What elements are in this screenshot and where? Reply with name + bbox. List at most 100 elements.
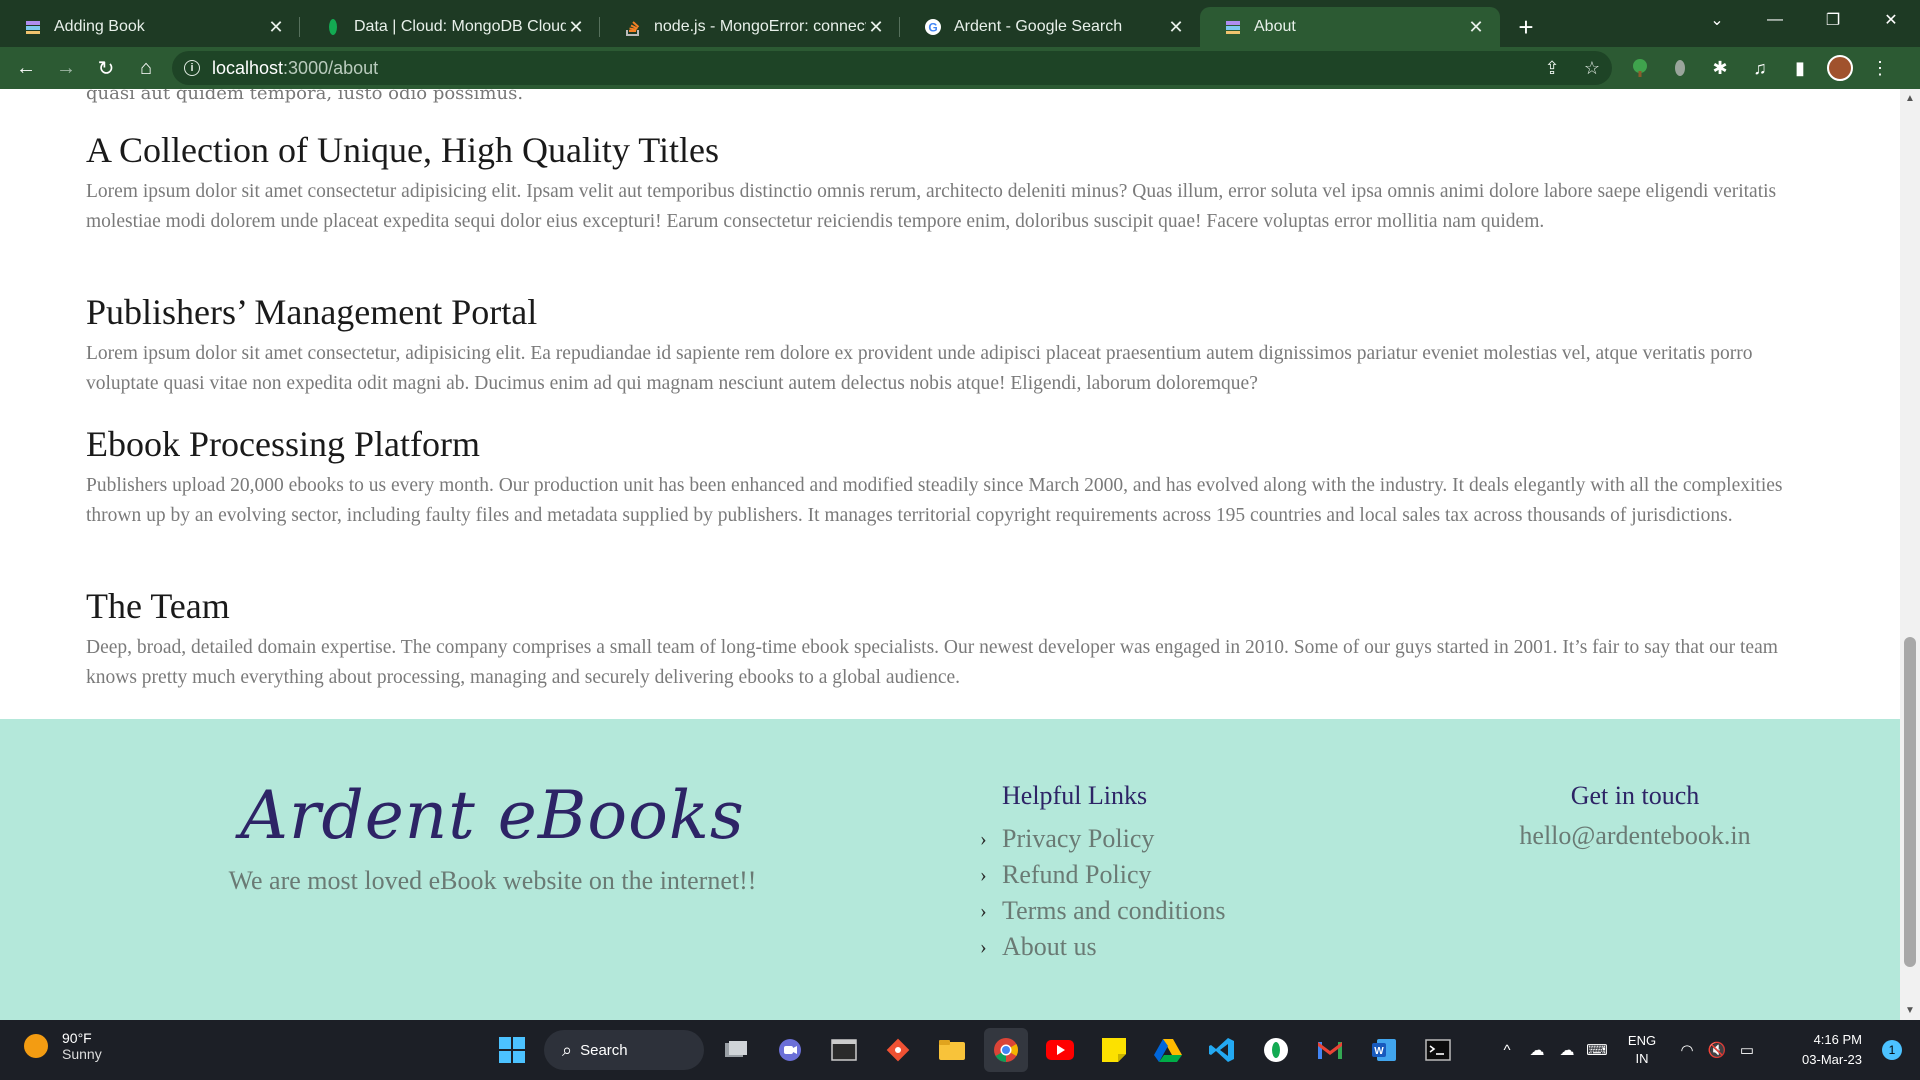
reload-icon[interactable]: ↻	[86, 48, 126, 88]
extension-icon[interactable]	[1660, 48, 1700, 88]
temperature: 90°F	[62, 1030, 92, 1046]
close-window-button[interactable]: ✕	[1862, 0, 1920, 40]
clock-time: 4:16 PM	[1813, 1032, 1862, 1047]
url-path: :3000/about	[283, 57, 379, 78]
restore-button[interactable]: ❐	[1804, 0, 1862, 40]
tab-google-search[interactable]: G Ardent - Google Search ✕	[900, 7, 1200, 47]
mongodb-compass-icon[interactable]	[1254, 1028, 1298, 1072]
tab-search-icon[interactable]: ⌄	[1688, 0, 1746, 40]
side-panel-icon[interactable]: ▮	[1780, 48, 1820, 88]
footer-link-refund[interactable]: › Refund Policy	[980, 857, 1225, 893]
site-info-icon[interactable]: i	[184, 60, 200, 76]
wifi-icon[interactable]: ◠	[1672, 1041, 1702, 1059]
link-label: Privacy Policy	[1002, 824, 1155, 853]
bookmark-star-icon[interactable]: ☆	[1572, 58, 1612, 79]
scrollbar-thumb[interactable]	[1904, 637, 1916, 967]
new-tab-button[interactable]: +	[1506, 7, 1546, 47]
close-tab-icon[interactable]: ✕	[566, 17, 586, 38]
link-label: About us	[1002, 932, 1097, 961]
gmail-icon[interactable]	[1308, 1028, 1352, 1072]
browser-tabstrip: Adding Book ✕ Data | Cloud: MongoDB Clou…	[0, 0, 1920, 47]
file-explorer-icon[interactable]	[930, 1028, 974, 1072]
contact-block: Get in touch hello@ardentebook.in	[1500, 781, 1770, 851]
puzzle-extensions-icon[interactable]: ✱	[1700, 48, 1740, 88]
tab-mongodb-cloud[interactable]: Data | Cloud: MongoDB Cloud ✕	[300, 7, 600, 47]
chrome-icon[interactable]	[984, 1028, 1028, 1072]
helpful-links: Helpful Links › Privacy Policy › Refund Po…	[980, 781, 1225, 965]
svg-text:W: W	[1374, 1046, 1384, 1057]
scroll-up-arrow-icon[interactable]: ▲	[1900, 93, 1920, 104]
profile-avatar[interactable]	[1820, 48, 1860, 88]
scroll-down-arrow-icon[interactable]: ▼	[1900, 1005, 1920, 1016]
close-tab-icon[interactable]: ✕	[266, 17, 286, 38]
section-heading: The Team	[86, 586, 230, 626]
close-tab-icon[interactable]: ✕	[1466, 17, 1486, 38]
home-icon[interactable]: ⌂	[126, 48, 166, 88]
chevron-right-icon: ›	[980, 863, 987, 886]
cloud-sync-icon[interactable]: ☁	[1552, 1041, 1582, 1059]
contact-email[interactable]: hello@ardentebook.in	[1500, 821, 1770, 851]
tab-title: Data | Cloud: MongoDB Cloud	[354, 18, 566, 35]
google-drive-icon[interactable]	[1146, 1028, 1190, 1072]
contact-heading: Get in touch	[1570, 781, 1700, 810]
avatar	[1827, 55, 1853, 81]
footer-link-privacy[interactable]: › Privacy Policy	[980, 821, 1225, 857]
tab-stackoverflow[interactable]: node.js - MongoError: connect E ✕	[600, 7, 900, 47]
footer-link-about[interactable]: › About us	[980, 929, 1225, 965]
youtube-icon[interactable]	[1038, 1028, 1082, 1072]
url-text[interactable]: localhost:3000/about	[212, 58, 1532, 79]
section-publishers-portal: Publishers’ Management Portal Lorem ipsu…	[86, 291, 1812, 399]
teams-chat-icon[interactable]	[768, 1028, 812, 1072]
back-arrow-icon[interactable]: ←	[6, 48, 46, 88]
terminal-window-icon[interactable]	[822, 1028, 866, 1072]
google-icon: G	[924, 18, 942, 36]
word-icon[interactable]: W	[1362, 1028, 1406, 1072]
chevron-up-icon[interactable]: ^	[1492, 1042, 1522, 1059]
windows-start-icon[interactable]	[490, 1028, 534, 1072]
media-control-icon[interactable]: ♫	[1740, 48, 1780, 88]
section-collection: A Collection of Unique, High Quality Tit…	[86, 129, 1812, 237]
taskbar-search[interactable]: ⌕ Search	[544, 1030, 704, 1070]
share-icon[interactable]: ⇪	[1532, 58, 1572, 79]
section-body: Deep, broad, detailed domain expertise. …	[86, 637, 1778, 688]
chevron-right-icon: ›	[980, 899, 987, 922]
section-processing-platform: Ebook Processing Platform Publishers upl…	[86, 423, 1812, 531]
tab-adding-book[interactable]: Adding Book ✕	[0, 7, 300, 47]
link-label: Refund Policy	[1002, 860, 1152, 889]
chevron-right-icon: ›	[980, 935, 987, 958]
footer-brand: Ardent eBooks We are most loved eBook we…	[225, 777, 760, 896]
search-icon: ⌕	[562, 1039, 573, 1060]
footer-link-terms[interactable]: › Terms and conditions	[980, 893, 1225, 929]
onedrive-cloud-icon[interactable]: ☁	[1522, 1041, 1552, 1059]
minimize-button[interactable]: —	[1746, 0, 1804, 40]
language-indicator[interactable]: ENG IN	[1612, 1032, 1672, 1068]
battery-icon[interactable]: ▭	[1732, 1041, 1762, 1059]
section-body: Lorem ipsum dolor sit amet consectetur, …	[86, 343, 1753, 394]
links-heading: Helpful Links	[1002, 781, 1148, 810]
command-prompt-icon[interactable]	[1416, 1028, 1460, 1072]
section-heading: A Collection of Unique, High Quality Tit…	[86, 130, 720, 170]
section-heading: Ebook Processing Platform	[86, 424, 480, 464]
weather-condition: Sunny	[62, 1046, 102, 1062]
volume-muted-icon[interactable]: 🔇	[1702, 1041, 1732, 1059]
sticky-notes-icon[interactable]	[1092, 1028, 1136, 1072]
tab-about[interactable]: About ✕	[1200, 7, 1500, 47]
page-scrollbar[interactable]: ▲ ▼	[1900, 89, 1920, 1020]
menu-kebab-icon[interactable]: ⋮	[1860, 48, 1900, 88]
mongodb-leaf-icon	[324, 18, 342, 36]
system-tray: ^ ☁ ☁ ⌨ ENG IN ◠ 🔇 ▭ 4:16 PM 03-Mar-23 1	[1492, 1020, 1920, 1080]
address-bar[interactable]: i localhost:3000/about ⇪ ☆	[172, 51, 1612, 85]
task-view-icon[interactable]	[714, 1028, 758, 1072]
tree-extension-icon[interactable]	[1620, 48, 1660, 88]
tab-title: Ardent - Google Search	[954, 18, 1123, 35]
vscode-icon[interactable]	[1200, 1028, 1244, 1072]
weather-widget[interactable]: 90°F Sunny	[24, 1030, 102, 1062]
brand-logo[interactable]: Ardent eBooks	[225, 777, 760, 854]
forward-arrow-icon[interactable]: →	[46, 48, 86, 88]
close-tab-icon[interactable]: ✕	[1166, 17, 1186, 38]
clock[interactable]: 4:16 PM 03-Mar-23	[1762, 1030, 1862, 1070]
keyboard-icon[interactable]: ⌨	[1582, 1041, 1612, 1059]
notification-badge[interactable]: 1	[1882, 1040, 1902, 1060]
git-icon[interactable]	[876, 1028, 920, 1072]
close-tab-icon[interactable]: ✕	[866, 17, 886, 38]
